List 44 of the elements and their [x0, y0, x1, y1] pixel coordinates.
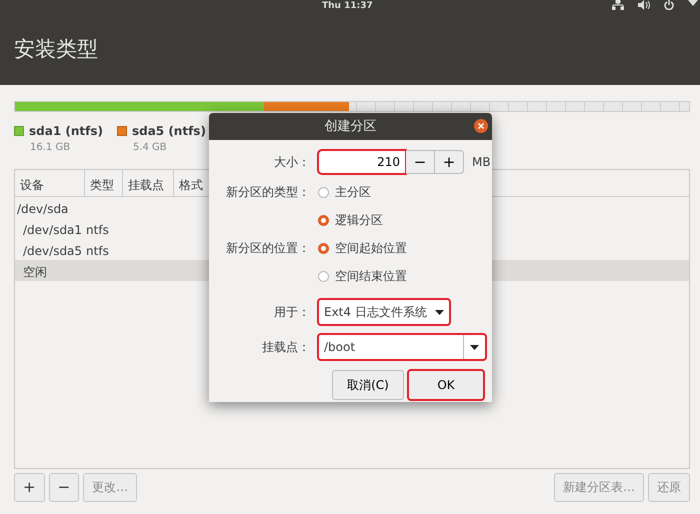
radio-option[interactable]: 空间起始位置 — [318, 239, 407, 257]
toolbar-button[interactable]: − — [48, 473, 80, 502]
filesystem-dropdown[interactable]: Ext4 日志文件系统 — [318, 299, 450, 325]
radio-option[interactable]: 空间结束位置 — [318, 267, 407, 285]
dropdown-arrow-icon — [434, 310, 444, 314]
power-icon[interactable] — [664, 0, 674, 10]
increment-button[interactable]: + — [435, 150, 464, 174]
radio-option[interactable]: 逻辑分区 — [318, 211, 383, 229]
toolbar-button[interactable]: + — [14, 473, 45, 502]
table-cell-text: ntfs — [86, 243, 109, 260]
table-cell-text: /dev/sda — [17, 201, 68, 218]
radio-option[interactable]: 主分区 — [318, 183, 371, 201]
table-row[interactable]: /dev/sda1 ntfs — [15, 221, 205, 239]
column-header[interactable]: 类型 — [85, 170, 123, 196]
table-cell-text: /dev/sda1 — [23, 222, 82, 239]
decrement-button[interactable]: − — [406, 150, 435, 174]
table-cell-text: /dev/sda5 — [23, 243, 82, 260]
column-header[interactable]: 挂载点 — [123, 170, 174, 196]
dropdown-arrow-icon — [470, 344, 479, 350]
window-title: 安装类型 — [14, 37, 98, 61]
legend-size: 5.4 GB — [132, 141, 168, 155]
dialog-title: 创建分区 — [324, 119, 376, 134]
clock: Thu 11:37 — [322, 1, 373, 11]
unit-label: MB — [472, 154, 491, 171]
table-cell-text: ntfs — [86, 222, 109, 239]
legend-size: 16.1 GB — [29, 141, 72, 155]
network-icon[interactable] — [612, 0, 624, 10]
table-cell-text: 空闲 — [23, 264, 47, 281]
field-label: 新分区的位置： — [225, 240, 310, 257]
legend-label: sda5 (ntfs) — [132, 123, 206, 140]
cancel-button[interactable]: 取消(C) — [332, 370, 404, 400]
mount-point-combo[interactable]: /boot — [318, 334, 486, 360]
field-label: 挂载点： — [261, 339, 310, 356]
caret-icon[interactable] — [688, 0, 698, 8]
legend-label: sda1 (ntfs) — [29, 123, 103, 140]
field-label: 用于： — [273, 304, 310, 321]
field-label: 大小： — [273, 154, 310, 171]
table-row[interactable]: /dev/sda — [15, 200, 205, 218]
volume-icon[interactable] — [638, 0, 650, 10]
column-header[interactable]: 设备 — [15, 170, 85, 196]
size-field[interactable]: 210 — [318, 150, 406, 174]
ok-button[interactable]: OK — [408, 370, 484, 400]
table-row[interactable]: /dev/sda5 ntfs — [15, 242, 205, 260]
close-icon[interactable] — [474, 119, 488, 133]
